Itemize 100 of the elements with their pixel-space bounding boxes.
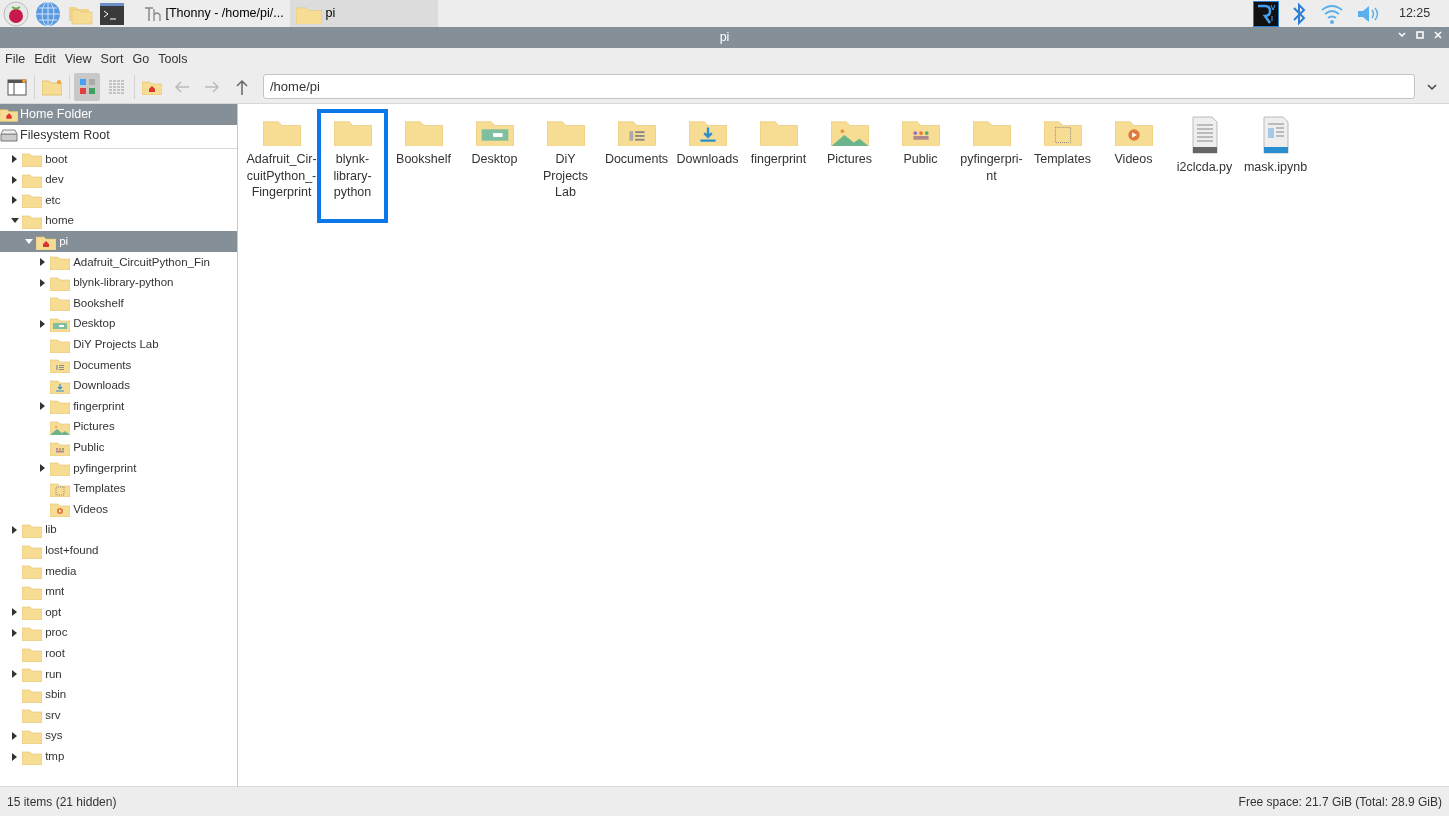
folder-tile[interactable]: DiY Projects Lab (530, 109, 601, 223)
collapsed-arrow-icon[interactable] (39, 258, 47, 267)
folder-tree-item[interactable]: Adafruit_CircuitPython_Fin (0, 251, 237, 273)
minimize-button[interactable] (1397, 30, 1407, 40)
drive-icon (0, 128, 18, 143)
folder-tile[interactable]: fingerprint (743, 109, 814, 223)
folder-icon (50, 274, 70, 291)
folder-tree-item[interactable]: proc (0, 622, 237, 644)
thonny-icon (143, 4, 162, 23)
folder-tile[interactable]: Templates (1027, 109, 1098, 223)
new-window-icon (7, 77, 27, 96)
path-field[interactable]: /home/pi (263, 74, 1415, 99)
folder-tree-item[interactable]: lost+found (0, 540, 237, 561)
pictures-folder-icon (50, 419, 70, 435)
document-tile[interactable]: mask.ipynb (1240, 109, 1311, 223)
folder-icon (50, 336, 70, 353)
icon-view-icon (78, 78, 96, 95)
folder-tree-item[interactable]: Public (0, 437, 237, 458)
folder-tree-item[interactable]: boot (0, 149, 237, 170)
folder-tree-item[interactable]: media (0, 560, 237, 582)
folder-tree-item[interactable]: opt (0, 602, 237, 623)
folder-tree-item[interactable]: srv (0, 705, 237, 726)
collapsed-arrow-icon[interactable] (11, 752, 19, 761)
folder-tree-item[interactable]: Templates (0, 478, 237, 500)
folder-tile[interactable]: Bookshelf (388, 109, 459, 223)
collapsed-arrow-icon[interactable] (39, 320, 47, 329)
folder-tree-item[interactable]: root (0, 643, 237, 664)
folder-tree-item[interactable]: run (0, 663, 237, 685)
sidebar-place[interactable]: Filesystem Root (0, 125, 237, 146)
folder-tree-item[interactable]: blynk-library-python (0, 272, 237, 294)
collapsed-arrow-icon[interactable] (39, 402, 47, 411)
folder-tile[interactable]: Pictures (814, 109, 885, 223)
folder-tree-item[interactable]: fingerprint (0, 396, 237, 417)
folder-icon (50, 398, 70, 415)
folder-tree-item[interactable]: sbin (0, 684, 237, 706)
folder-tree-item[interactable]: tmp (0, 746, 237, 767)
dropdown-icon (1426, 81, 1438, 92)
collapsed-arrow-icon[interactable] (11, 628, 19, 637)
folder-tree-item[interactable]: Downloads (0, 375, 237, 397)
collapsed-arrow-icon[interactable] (39, 464, 47, 473)
collapsed-arrow-icon[interactable] (11, 175, 19, 184)
menu-item[interactable]: File (2, 49, 32, 69)
collapsed-arrow-icon[interactable] (39, 278, 47, 287)
folder-tree-item[interactable]: mnt (0, 581, 237, 603)
folder-tree-item[interactable]: lib (0, 519, 237, 541)
folder-tree-item[interactable]: Bookshelf (0, 293, 237, 314)
clock[interactable]: 12:25 (1398, 4, 1431, 23)
menu-item[interactable]: Edit (31, 49, 62, 69)
folder-icon (22, 542, 42, 559)
folder-icon (22, 666, 42, 683)
icon-view-button[interactable] (74, 72, 100, 101)
folder-tree-item[interactable]: dev (0, 169, 237, 191)
folder-icon (22, 563, 42, 580)
menu-item[interactable]: View (61, 49, 98, 69)
menu-item[interactable]: Go (129, 49, 156, 69)
maximize-button[interactable] (1415, 30, 1425, 40)
menu-item[interactable]: Sort (97, 49, 130, 69)
free-space-text: Free space: 21.7 GiB (Total: 28.9 GiB) (1238, 794, 1442, 811)
taskbar-window-button[interactable]: pi (289, 0, 438, 27)
collapsed-arrow-icon[interactable] (11, 196, 19, 205)
folder-tree-item[interactable]: home (0, 210, 237, 232)
folder-tree-item[interactable]: pyfingerprint (0, 457, 237, 479)
collapsed-arrow-icon[interactable] (11, 155, 19, 164)
folder-tile[interactable]: Downloads (672, 109, 743, 223)
folder-tree-item[interactable]: Desktop (0, 313, 237, 335)
folder-tile[interactable]: pyfingerpri- nt (956, 109, 1027, 223)
list-view-icon (108, 78, 126, 95)
folder-tile[interactable]: blynk- library- python (317, 109, 388, 223)
folder-tile[interactable]: Adafruit_Cir- cuitPython_- Fingerprint (246, 109, 317, 223)
folder-tree-item[interactable]: sys (0, 725, 237, 747)
people-folder-icon (50, 439, 70, 456)
folder-icon (22, 645, 42, 662)
folder-tree-item[interactable]: Pictures (0, 416, 237, 438)
launcher-button[interactable] (99, 0, 125, 28)
folder-tile[interactable]: Public (885, 109, 956, 223)
downloads-folder-icon (50, 377, 70, 394)
folder-tree-item[interactable]: Videos (0, 499, 237, 520)
document-tile[interactable]: i2clcda.py (1169, 109, 1240, 223)
home-folder-icon (0, 107, 18, 122)
folder-icon (22, 604, 42, 621)
folder-tile[interactable]: Documents (601, 109, 672, 223)
window-title: pi (719, 29, 730, 47)
collapsed-arrow-icon[interactable] (11, 608, 19, 617)
folder-icon (22, 624, 42, 641)
text-file-icon (1191, 116, 1218, 154)
menu-item[interactable]: Tools (155, 49, 194, 69)
folder-tile[interactable]: Videos (1098, 109, 1169, 223)
close-button[interactable] (1433, 30, 1443, 40)
launcher-button[interactable] (3, 0, 29, 28)
folder-tree-item[interactable]: DiY Projects Lab (0, 334, 237, 355)
folder-icon (50, 254, 70, 271)
folder-tile[interactable]: Desktop (459, 109, 530, 223)
folder-tree-item[interactable]: Documents (0, 354, 237, 376)
collapsed-arrow-icon[interactable] (11, 731, 19, 740)
folder-tree-item[interactable]: etc (0, 190, 237, 211)
bluetooth-icon[interactable] (1291, 1, 1308, 26)
folder-icon (50, 460, 70, 477)
collapsed-arrow-icon[interactable] (11, 526, 19, 534)
collapsed-arrow-icon[interactable] (11, 670, 19, 679)
folder-icon (22, 727, 42, 744)
